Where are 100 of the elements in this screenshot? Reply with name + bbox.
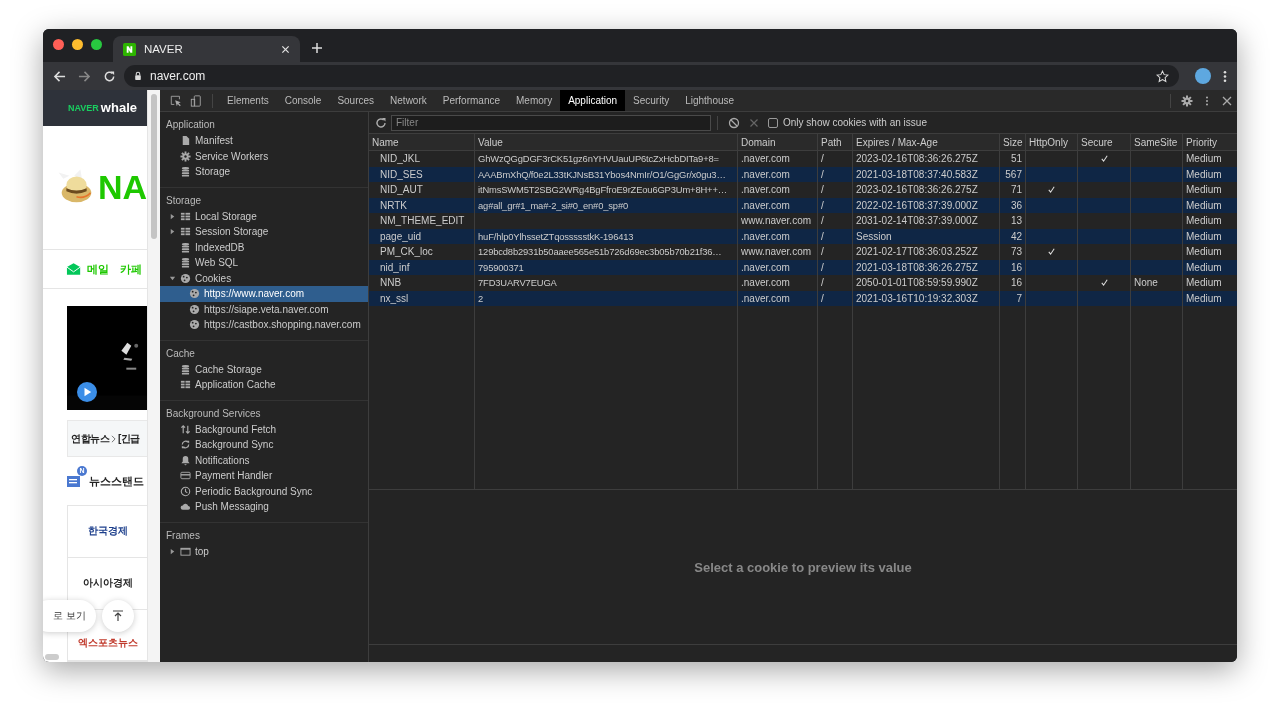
sidebar-item[interactable]: Background Sync xyxy=(160,437,368,453)
table-row[interactable]: PM_CK_loc 129bcd8b2931b50aaee565e51b726d69ec3b05b70b21f36… www.naver.com / 2021-02-17T08:36:03.252Z 73 Medium xyxy=(369,244,1237,260)
item-label: Service Workers xyxy=(195,150,269,162)
delete-icon[interactable] xyxy=(748,116,760,129)
expand-arrow-icon[interactable] xyxy=(169,274,176,282)
sidebar-item[interactable]: Push Messaging xyxy=(160,499,368,515)
item-label: Notifications xyxy=(195,454,250,466)
press-logo[interactable]: 한국경제 xyxy=(87,524,128,539)
press-logo[interactable]: 아시아경제 xyxy=(82,576,133,591)
sidebar-item[interactable]: https://www.naver.com xyxy=(160,286,368,302)
play-button[interactable] xyxy=(77,382,97,403)
sidebar-item[interactable]: Service Workers xyxy=(160,148,368,164)
sidebar-item[interactable]: Manifest xyxy=(160,133,368,149)
more-options-icon[interactable] xyxy=(1205,94,1209,107)
sidebar-item[interactable]: Periodic Background Sync xyxy=(160,483,368,499)
star-icon[interactable] xyxy=(1156,69,1169,83)
table-row[interactable]: NID_AUT itNmsSWM5T2SBG2WRg4BgFfroE9rZEou6GP3Um+8H++… .naver.com / 2023-02-16T08:36:26.275Z 71 Medium xyxy=(369,182,1237,198)
devtools-tab[interactable]: Performance xyxy=(434,90,508,111)
close-icon[interactable] xyxy=(1221,94,1233,107)
avatar[interactable] xyxy=(1195,68,1211,84)
sidebar-item[interactable]: Storage xyxy=(160,164,368,180)
settings-icon[interactable] xyxy=(1181,94,1193,107)
newsstand-link[interactable]: 뉴스스탠드 xyxy=(89,473,144,489)
sidebar-item[interactable]: https://castbox.shopping.naver.com xyxy=(160,317,368,333)
table-cell: 36 xyxy=(1010,199,1022,211)
table-row[interactable]: nx_ssl 2 .naver.com / 2021-03-16T10:19:32.303Z 7 Medium xyxy=(369,290,1237,306)
close-window-icon[interactable] xyxy=(53,39,64,50)
table-row[interactable]: NRTK ag#all_gr#1_ma#-2_si#0_en#0_sp#0 .naver.com / 2022-02-16T08:37:39.000Z 36 Medium xyxy=(369,197,1237,213)
table-row[interactable]: NID_JKL GhWzQGgDGF3rCK51gz6nYHVUauUP6tcZxHcbDITa9+8= .naver.com / 2023-02-16T08:36:26.275Z 51 Medium xyxy=(369,151,1237,167)
new-tab-icon[interactable] xyxy=(311,42,323,54)
column-header[interactable]: Domain xyxy=(741,136,776,148)
news-source[interactable]: 연합뉴스 xyxy=(71,431,109,446)
sidebar-item[interactable]: Session Storage xyxy=(160,224,368,240)
sidebar-item[interactable]: IndexedDB xyxy=(160,239,368,255)
column-header[interactable]: Path xyxy=(821,136,842,148)
devtools-tab[interactable]: Console xyxy=(276,90,330,111)
item-label: Cache Storage xyxy=(195,363,262,375)
forward-arrow-icon[interactable] xyxy=(78,69,91,83)
section-heading: Cache xyxy=(165,346,196,361)
table-cell: .naver.com xyxy=(741,184,790,196)
refresh-icon[interactable] xyxy=(375,116,387,129)
devtools-tab[interactable]: Lighthouse xyxy=(677,90,743,111)
sidebar-item[interactable]: https://siape.veta.naver.com xyxy=(160,301,368,317)
expand-arrow-icon[interactable] xyxy=(169,212,176,220)
table-row[interactable]: NNB 7FD3UARV7EUGA .naver.com / 2050-01-01T08:59:59.990Z 16 None Medium xyxy=(369,275,1237,291)
inspect-icon[interactable] xyxy=(170,94,182,107)
reload-icon[interactable] xyxy=(103,69,116,83)
device-icon[interactable] xyxy=(190,94,202,107)
view-toggle-button[interactable]: 로 보기 xyxy=(43,600,96,632)
news-headline[interactable]: [긴급 xyxy=(118,431,140,446)
column-header[interactable]: SameSite xyxy=(1134,136,1178,148)
table-row[interactable]: page_uid huF/hlp0YlhssetZTqossssstkK-196413 .naver.com / Session 42 Medium xyxy=(369,228,1237,244)
sidebar-item[interactable]: top xyxy=(160,543,368,559)
table-cell: NRTK xyxy=(380,199,408,211)
sidebar-item[interactable]: Cookies xyxy=(160,270,368,286)
column-header[interactable]: Value xyxy=(478,136,503,148)
item-label: Periodic Background Sync xyxy=(195,485,313,497)
column-header[interactable]: Secure xyxy=(1081,136,1113,148)
minimize-window-icon[interactable] xyxy=(72,39,83,50)
sidebar-item[interactable]: Application Cache xyxy=(160,377,368,393)
column-header[interactable]: Name xyxy=(372,136,399,148)
zoom-window-icon[interactable] xyxy=(91,39,102,50)
clear-all-icon[interactable] xyxy=(728,116,740,129)
column-header[interactable]: HttpOnly xyxy=(1029,136,1068,148)
devtools-tab[interactable]: Network xyxy=(382,90,435,111)
cookie-icon xyxy=(180,272,191,284)
table-cell: 71 xyxy=(1010,184,1022,196)
filter-field[interactable]: Filter xyxy=(391,114,711,131)
devtools-tab[interactable]: Application xyxy=(560,90,626,111)
scroll-top-button[interactable] xyxy=(101,600,134,632)
sidebar-item[interactable]: Background Fetch xyxy=(160,421,368,437)
press-logo[interactable]: 엑스포츠뉴스 xyxy=(77,636,138,650)
menu-icon[interactable] xyxy=(1223,69,1227,83)
scrollbar[interactable] xyxy=(151,94,158,239)
expand-arrow-icon[interactable] xyxy=(169,228,176,236)
sidebar-item[interactable]: Payment Handler xyxy=(160,468,368,484)
address-bar[interactable]: naver.com xyxy=(124,65,1179,87)
sidebar-item[interactable]: Web SQL xyxy=(160,255,368,271)
table-row[interactable]: NID_SES AAABmXhQ/f0e2L33tKJNsB31Ybos4NmIr/O1/GgGr/x0gu3… .naver.com / 2021-03-18T08:37:40.583Z 567 Medium xyxy=(369,166,1237,182)
table-row[interactable]: NM_THEME_EDIT www.naver.com / 2031-02-14T08:37:39.000Z 13 Medium xyxy=(369,213,1237,229)
devtools-tab[interactable]: Security xyxy=(625,90,678,111)
sidebar-item[interactable]: Cache Storage xyxy=(160,361,368,377)
devtools-tab[interactable]: Sources xyxy=(329,90,383,111)
column-header[interactable]: Size xyxy=(1003,136,1023,148)
devtools-tab[interactable]: Elements xyxy=(219,90,277,111)
column-header[interactable]: Expires / Max-Age xyxy=(856,136,938,148)
devtools-tab[interactable]: Memory xyxy=(508,90,561,111)
checkbox-label[interactable]: Only show cookies with an issue xyxy=(783,117,927,128)
checkbox[interactable] xyxy=(768,117,778,128)
column-header[interactable]: Priority xyxy=(1186,136,1218,148)
brand-name: NAVER xyxy=(68,102,99,113)
back-arrow-icon[interactable] xyxy=(53,69,66,83)
table-row[interactable]: nid_inf 795900371 .naver.com / 2021-03-18T08:36:26.275Z 16 Medium xyxy=(369,259,1237,275)
sidebar-item[interactable]: Local Storage xyxy=(160,208,368,224)
expand-arrow-icon[interactable] xyxy=(169,547,176,555)
scrollbar[interactable] xyxy=(45,654,59,660)
table-cell: 2 xyxy=(478,292,484,304)
table-cell: PM_CK_loc xyxy=(380,246,433,258)
browser-tab[interactable]: NAVER xyxy=(113,36,300,62)
sidebar-item[interactable]: Notifications xyxy=(160,452,368,468)
